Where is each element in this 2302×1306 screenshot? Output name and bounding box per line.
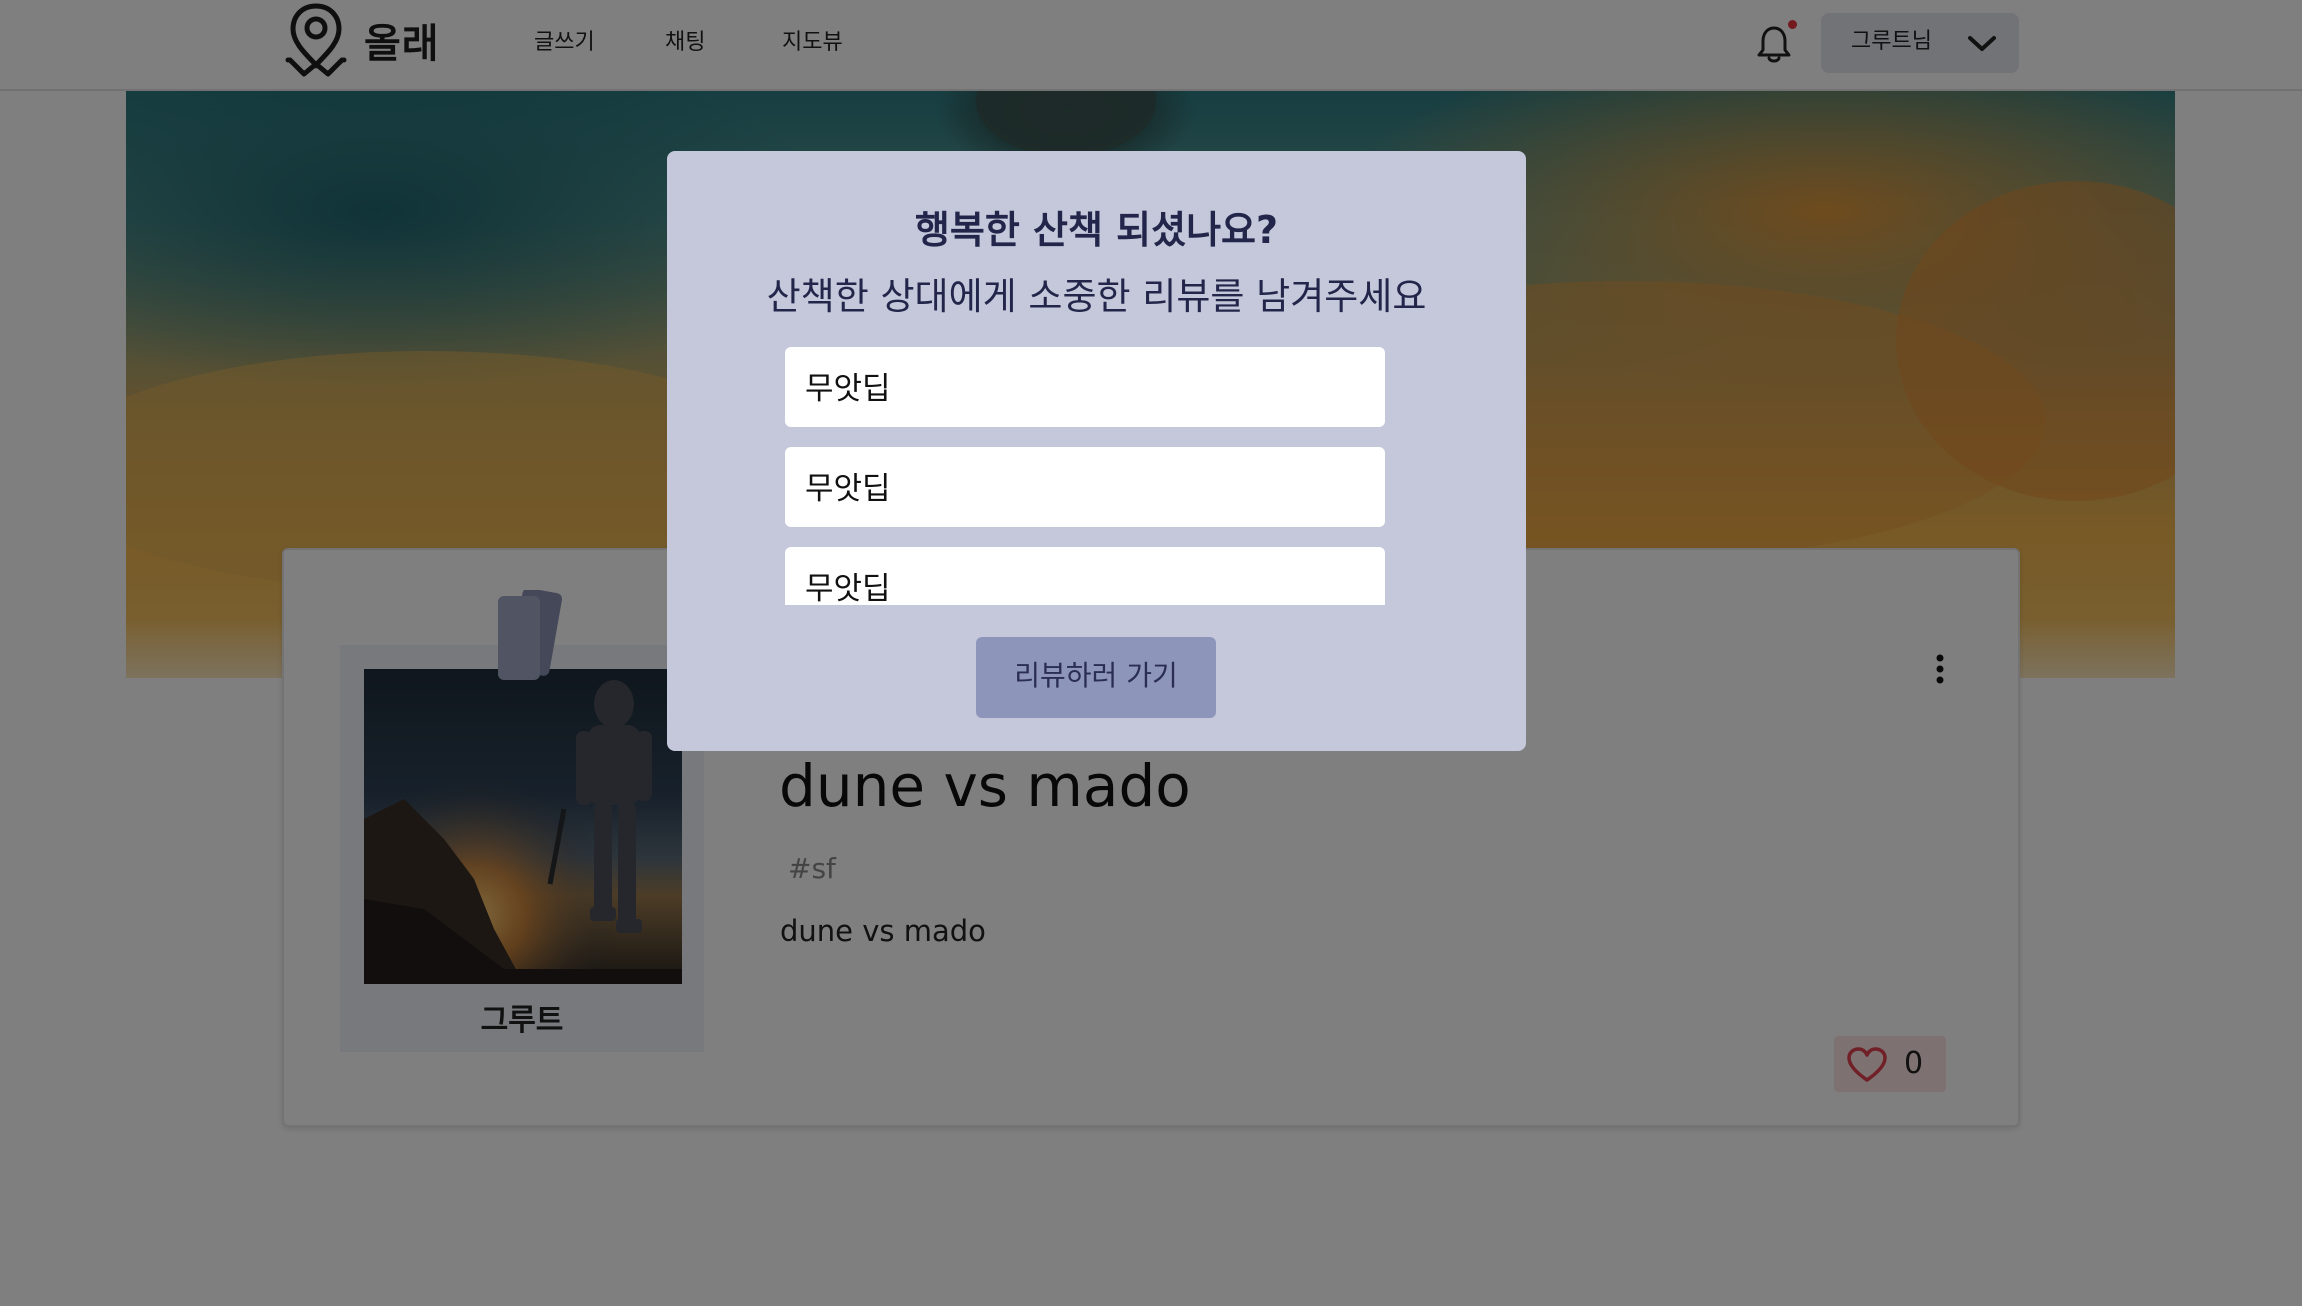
modal-subtitle: 산책한 상대에게 소중한 리뷰를 남겨주세요 — [766, 275, 1427, 318]
walk-partner-list[interactable]: 무앗딥 무앗딥 무앗딥 — [785, 347, 1387, 605]
review-prompt-modal: 행복한 산책 되셨나요? 산책한 상대에게 소중한 리뷰를 남겨주세요 무앗딥 … — [667, 151, 1526, 751]
go-to-review-button[interactable]: 리뷰하러 가기 — [976, 637, 1216, 718]
modal-title: 행복한 산책 되셨나요? — [914, 208, 1279, 252]
walk-partner-item[interactable]: 무앗딥 — [785, 447, 1385, 527]
walk-partner-item[interactable]: 무앗딥 — [785, 347, 1385, 427]
walk-partner-item[interactable]: 무앗딥 — [785, 547, 1385, 605]
